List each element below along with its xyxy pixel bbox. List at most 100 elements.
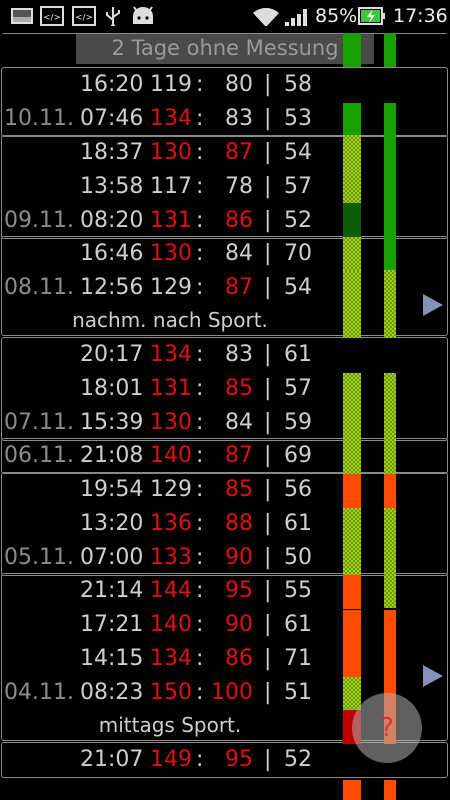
colon-separator: : [196,410,204,435]
date-label: 10.11. [4,106,74,131]
diastolic-value: 95 [225,747,253,772]
classification-bar [343,33,361,67]
systolic-value: 131 [150,208,192,233]
pipe-separator: | [264,342,272,367]
systolic-value: 150 [150,680,192,705]
clock: 17:36 [393,5,448,27]
colon-separator: : [196,443,204,468]
pulse-value: 54 [284,275,312,300]
classification-bar [343,135,361,170]
time-value: 14:15 [80,646,144,671]
classification-bar [343,474,361,508]
measurement-list[interactable]: 2 Tage ohne Messung13.11.20:41124:80|631… [0,33,450,800]
time-value: 18:01 [80,376,144,401]
classification-bar [343,170,361,203]
code-icon: </> [72,6,96,26]
pulse-value: 69 [284,443,312,468]
classification-bar [384,103,396,270]
systolic-value: 117 [150,174,192,199]
group-note: mittags Sport. [98,713,242,737]
classification-bar [343,575,361,609]
pipe-separator: | [264,208,272,233]
signal-icon [285,9,307,26]
diastolic-value: 85 [225,477,253,502]
time-value: 13:20 [80,511,144,536]
time-value: 19:54 [80,477,144,502]
colon-separator: : [196,612,204,637]
pulse-value: 51 [284,680,312,705]
pipe-separator: | [264,410,272,435]
diastolic-value: 87 [225,275,253,300]
colon-separator: : [196,578,204,603]
systolic-value: 144 [150,578,192,603]
time-value: 21:08 [80,443,144,468]
code-icon: </> [40,6,64,26]
time-value: 20:17 [80,342,144,367]
time-value: 07:46 [80,106,144,131]
pulse-value: 71 [284,646,312,671]
time-value: 21:07 [80,747,144,772]
diastolic-value: 90 [225,612,253,637]
svg-text:</>: </> [75,13,93,23]
time-value: 08:20 [80,208,144,233]
pipe-separator: | [264,140,272,165]
colon-separator: : [196,680,204,705]
diastolic-value: 90 [225,545,253,570]
pulse-value: 52 [284,747,312,772]
diastolic-value: 84 [225,241,253,266]
status-bar: </> </> 85% 17:36 [0,0,450,33]
colon-separator: : [196,106,204,131]
day-group[interactable] [1,33,448,34]
pulse-value: 55 [284,578,312,603]
no-measurement-banner: 2 Tage ohne Messung [76,33,374,64]
classification-bar [343,508,361,575]
diastolic-value: 87 [225,443,253,468]
pipe-separator: | [264,275,272,300]
time-value: 07:00 [80,545,144,570]
colon-separator: : [196,646,204,671]
systolic-value: 134 [150,646,192,671]
diastolic-value: 88 [225,511,253,536]
systolic-value: 133 [150,545,192,570]
gallery-icon [11,8,33,24]
systolic-value: 140 [150,443,192,468]
pipe-separator: | [264,646,272,671]
classification-bar [384,780,396,800]
date-label: 08.11. [4,275,74,300]
systolic-value: 140 [150,612,192,637]
pulse-value: 54 [284,140,312,165]
colon-separator: : [196,208,204,233]
android-icon [133,6,153,24]
help-button[interactable]: ? [352,693,422,763]
diastolic-value: 84 [225,410,253,435]
time-value: 13:58 [80,174,144,199]
colon-separator: : [196,174,204,199]
diastolic-value: 83 [225,106,253,131]
time-value: 12:56 [80,275,144,300]
systolic-value: 136 [150,511,192,536]
colon-separator: : [196,747,204,772]
battery-charging-icon [358,7,385,25]
colon-separator: : [196,72,204,97]
expand-arrow[interactable] [423,665,443,687]
pulse-value: 50 [284,545,312,570]
time-value: 15:39 [80,410,144,435]
pulse-value: 61 [284,612,312,637]
classification-bar [384,373,396,474]
pipe-separator: | [264,376,272,401]
classification-bar [343,780,361,800]
pipe-separator: | [264,578,272,603]
pulse-value: 58 [284,72,312,97]
systolic-value: 130 [150,140,192,165]
pipe-separator: | [264,443,272,468]
pulse-value: 53 [284,106,312,131]
colon-separator: : [196,342,204,367]
time-value: 17:21 [80,612,144,637]
expand-arrow[interactable] [423,294,443,316]
time-value: 18:37 [80,140,144,165]
pulse-value: 61 [284,511,312,536]
colon-separator: : [196,275,204,300]
systolic-value: 134 [150,342,192,367]
systolic-value: 134 [150,106,192,131]
pipe-separator: | [264,612,272,637]
